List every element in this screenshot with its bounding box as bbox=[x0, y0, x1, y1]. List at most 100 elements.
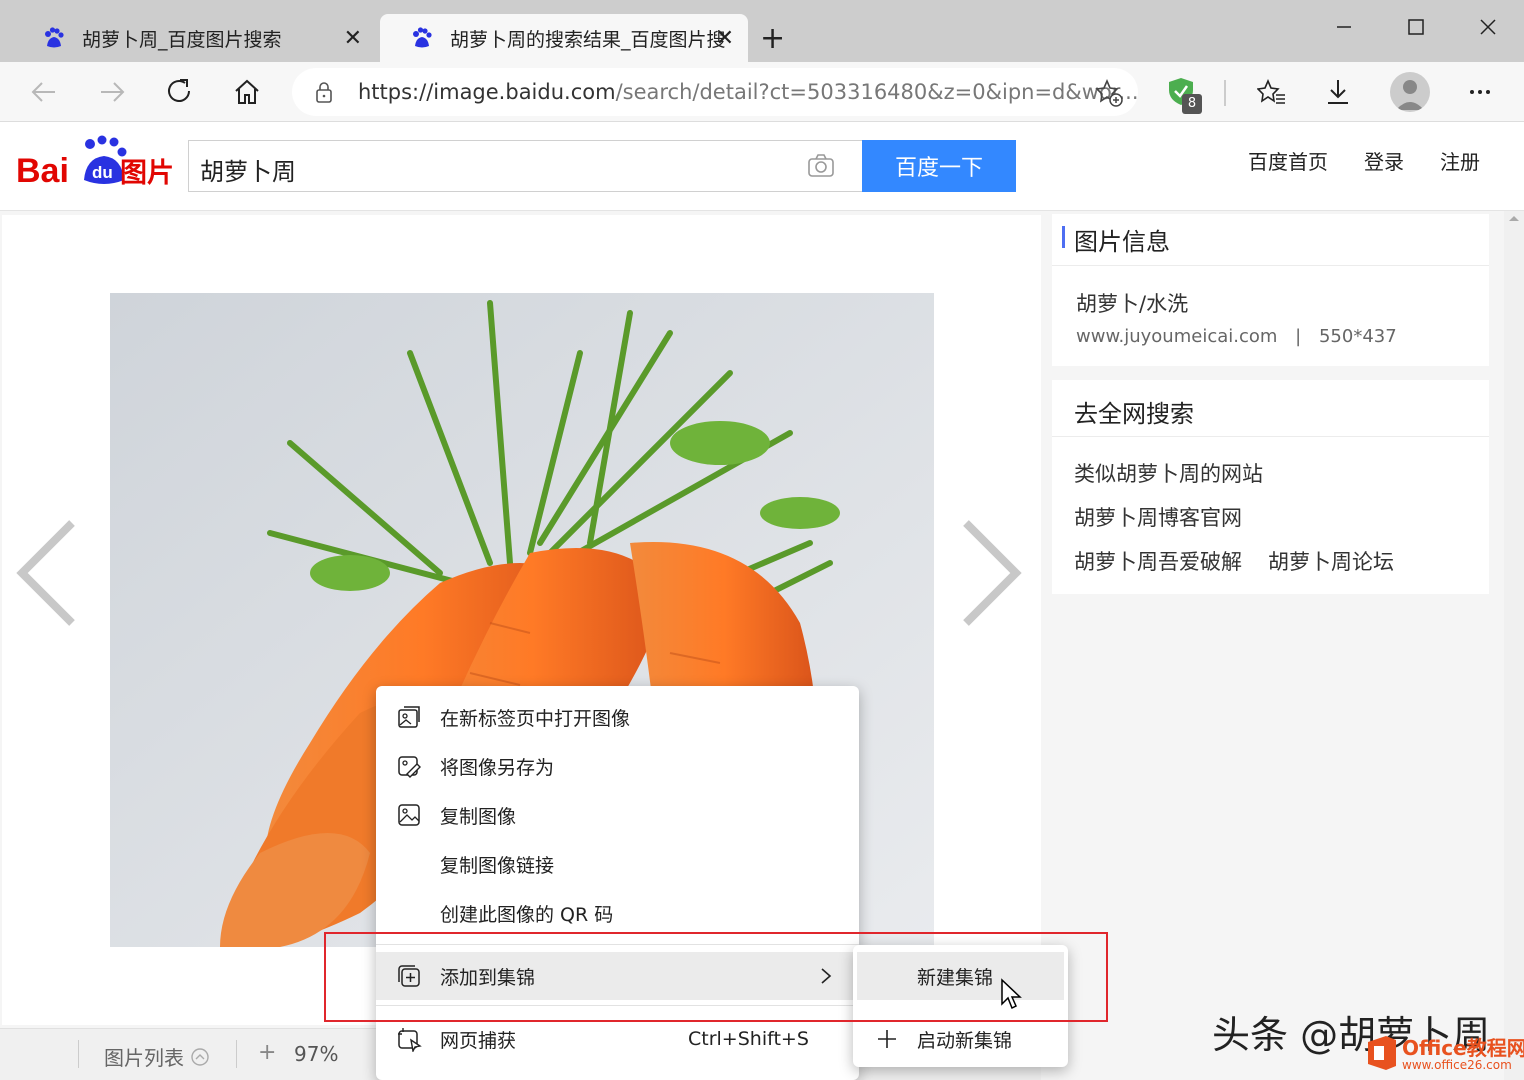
maximize-icon bbox=[1408, 19, 1424, 35]
home-icon bbox=[235, 79, 259, 104]
camera-icon[interactable] bbox=[806, 152, 836, 180]
divider bbox=[236, 1040, 237, 1068]
url-host: https://image.baidu.com bbox=[358, 80, 616, 104]
image-source-line: www.juyoumeicai.com | 550*437 bbox=[1076, 326, 1397, 347]
previous-image-arrow[interactable] bbox=[12, 518, 82, 628]
image-list-toggle[interactable]: 图片列表 bbox=[104, 1042, 210, 1071]
divider bbox=[1052, 436, 1489, 437]
refresh-button[interactable] bbox=[160, 72, 200, 112]
source-link[interactable]: www.juyoumeicai.com bbox=[1076, 326, 1277, 347]
highlight-annotation bbox=[324, 932, 1108, 1022]
menu-label: 复制图像 bbox=[440, 805, 517, 828]
shortcut-label: Ctrl+Shift+S bbox=[688, 1028, 809, 1050]
menu-label: 网页捕获 bbox=[440, 1029, 517, 1052]
tab-baidu-search[interactable]: 胡萝卜周_百度图片搜索 ✕ bbox=[12, 14, 376, 62]
user-icon bbox=[1396, 80, 1424, 110]
maximize-button[interactable] bbox=[1386, 12, 1446, 42]
office26-watermark-logo: Office教程网 www.office26.com bbox=[1364, 1030, 1524, 1080]
search-button[interactable]: 百度一下 bbox=[862, 140, 1016, 192]
refresh-icon bbox=[168, 79, 190, 102]
office-logo-icon bbox=[1368, 1036, 1396, 1070]
baidu-paw-icon bbox=[413, 27, 432, 48]
search-value[interactable]: 胡萝卜周 bbox=[200, 152, 296, 187]
url-text[interactable]: https://image.baidu.com/search/detail?ct… bbox=[358, 80, 1139, 104]
scroll-up-icon[interactable] bbox=[1504, 211, 1524, 225]
more-button[interactable] bbox=[1460, 72, 1500, 112]
close-window-button[interactable] bbox=[1458, 12, 1518, 42]
close-tab-icon[interactable]: ✕ bbox=[344, 26, 362, 51]
divider bbox=[1052, 265, 1489, 266]
svg-text:Bai: Bai bbox=[16, 152, 69, 190]
open-new-tab-icon bbox=[398, 706, 420, 728]
page-scrollbar[interactable] bbox=[1504, 211, 1524, 1080]
watermark-logo-bottom: www.office26.com bbox=[1402, 1058, 1512, 1072]
save-image-icon bbox=[398, 756, 421, 778]
image-list-label: 图片列表 bbox=[104, 1046, 184, 1070]
forward-arrow-icon bbox=[101, 82, 125, 102]
panel-title: 图片信息 bbox=[1074, 228, 1170, 256]
tab-title: 胡萝卜周_百度图片搜索 bbox=[82, 28, 282, 51]
menu-create-qr-code[interactable]: 创建此图像的 QR 码 bbox=[376, 889, 859, 937]
home-button[interactable] bbox=[227, 72, 267, 112]
menu-copy-image-link[interactable]: 复制图像链接 bbox=[376, 840, 859, 888]
related-link[interactable]: 类似胡萝卜周的网站 bbox=[1074, 458, 1263, 488]
url-path: /search/detail?ct=503316480&z=0&ipn=d&wo… bbox=[615, 80, 1139, 104]
related-link[interactable]: 胡萝卜周论坛 bbox=[1268, 546, 1394, 576]
separator: | bbox=[1295, 326, 1302, 347]
tab-title: 胡萝卜周的搜索结果_百度图片搜 bbox=[450, 28, 726, 51]
watermark-logo-top: Office教程网 bbox=[1402, 1036, 1524, 1060]
ellipsis-icon bbox=[1470, 90, 1490, 94]
tab-baidu-result[interactable]: 胡萝卜周的搜索结果_百度图片搜 ✕ bbox=[380, 14, 748, 62]
favorites-star-icon bbox=[1257, 78, 1285, 104]
zoom-in-button[interactable]: + bbox=[258, 1040, 276, 1065]
panel-title: 去全网搜索 bbox=[1074, 400, 1194, 428]
related-link[interactable]: 胡萝卜周博客官网 bbox=[1074, 502, 1242, 532]
related-link[interactable]: 胡萝卜周吾爱破解 bbox=[1074, 546, 1242, 576]
favorites-button[interactable] bbox=[1252, 72, 1292, 112]
add-favorite-icon[interactable] bbox=[1094, 78, 1124, 108]
menu-open-image-new-tab[interactable]: 在新标签页中打开图像 bbox=[376, 693, 859, 741]
menu-label: 在新标签页中打开图像 bbox=[440, 707, 631, 730]
login-link[interactable]: 登录 bbox=[1364, 146, 1404, 175]
copy-image-icon bbox=[398, 804, 420, 826]
title-accent bbox=[1062, 226, 1065, 248]
minimize-icon bbox=[1337, 26, 1351, 28]
adguard-extension-button[interactable]: 8 bbox=[1166, 76, 1206, 116]
next-image-arrow[interactable] bbox=[956, 518, 1026, 628]
forward-button[interactable] bbox=[92, 72, 132, 112]
image-info-panel: 图片信息 胡萝卜/水洗 www.juyoumeicai.com | 550*43… bbox=[1052, 214, 1489, 366]
close-icon bbox=[1480, 19, 1496, 35]
back-arrow-icon bbox=[31, 82, 55, 102]
toolbar-divider bbox=[1224, 80, 1226, 106]
menu-web-capture[interactable]: 网页捕获 Ctrl+Shift+S bbox=[376, 1015, 859, 1063]
profile-avatar[interactable] bbox=[1390, 72, 1430, 112]
lock-icon[interactable] bbox=[312, 80, 336, 104]
back-button[interactable] bbox=[24, 72, 64, 112]
menu-copy-image[interactable]: 复制图像 bbox=[376, 791, 859, 839]
baidu-paw-icon bbox=[45, 27, 64, 48]
close-tab-icon[interactable]: ✕ bbox=[716, 26, 734, 51]
chevron-up-circle-icon bbox=[191, 1048, 210, 1066]
web-capture-icon bbox=[398, 1028, 422, 1052]
submenu-start-new-collection[interactable]: 启动新集锦 bbox=[857, 1015, 1064, 1063]
svg-text:du: du bbox=[92, 163, 113, 182]
new-tab-button[interactable]: + bbox=[760, 22, 785, 56]
register-link[interactable]: 注册 bbox=[1440, 146, 1480, 175]
minimize-button[interactable] bbox=[1314, 12, 1374, 42]
web-search-panel: 去全网搜索 类似胡萝卜周的网站 胡萝卜周博客官网 胡萝卜周吾爱破解 胡萝卜周论坛 bbox=[1052, 380, 1489, 594]
image-name: 胡萝卜/水洗 bbox=[1076, 292, 1189, 316]
zoom-level: 97% bbox=[294, 1042, 339, 1066]
menu-label: 将图像另存为 bbox=[440, 756, 555, 779]
download-icon bbox=[1328, 80, 1348, 104]
submenu-label: 启动新集锦 bbox=[917, 1029, 1013, 1052]
menu-save-image-as[interactable]: 将图像另存为 bbox=[376, 742, 859, 790]
svg-text:图片: 图片 bbox=[120, 158, 174, 189]
baidu-home-link[interactable]: 百度首页 bbox=[1248, 146, 1328, 175]
image-size: 550*437 bbox=[1318, 326, 1397, 347]
plus-icon bbox=[878, 1030, 896, 1048]
baidu-images-logo[interactable]: Bai du 图片 bbox=[16, 134, 176, 190]
menu-label: 创建此图像的 QR 码 bbox=[440, 903, 614, 926]
extension-badge: 8 bbox=[1182, 94, 1202, 114]
menu-label: 复制图像链接 bbox=[440, 854, 555, 877]
downloads-button[interactable] bbox=[1318, 72, 1358, 112]
